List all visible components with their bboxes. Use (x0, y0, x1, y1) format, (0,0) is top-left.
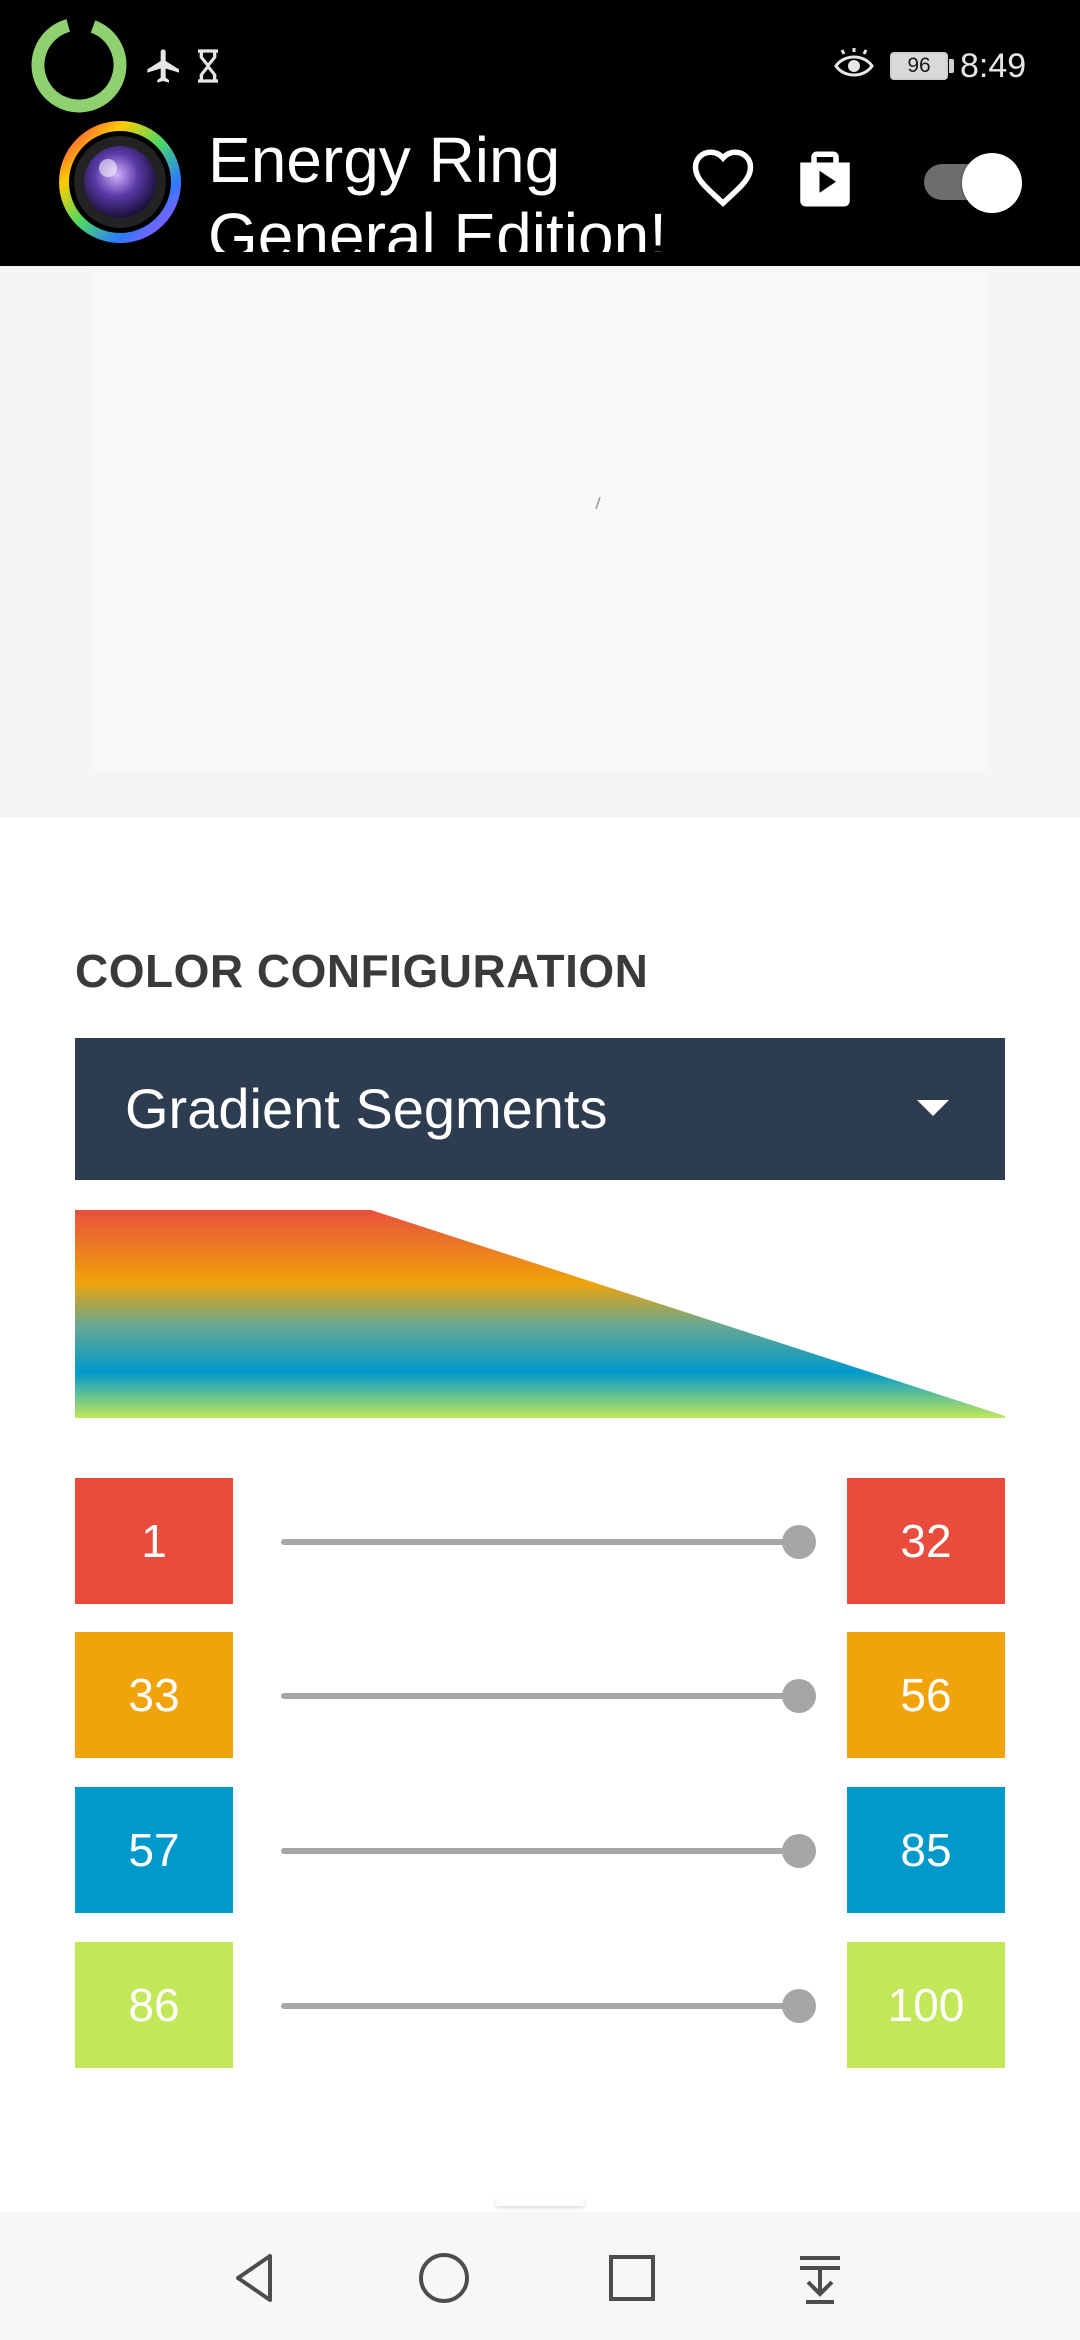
back-icon[interactable] (226, 2248, 286, 2308)
preview-mark (595, 496, 601, 510)
airplane-mode-icon (147, 49, 179, 83)
notification-pull-icon[interactable] (790, 2248, 850, 2308)
app-title-line1: Energy Ring (208, 124, 561, 196)
segment-4-end[interactable]: 100 (847, 1942, 1005, 2068)
dropdown-arrow-icon (917, 1100, 949, 1116)
segment-1-slider[interactable] (281, 1525, 816, 1559)
scroll-indicator (496, 2198, 584, 2206)
app-title: Energy Ring General Edition! (208, 122, 668, 252)
home-icon[interactable] (414, 2248, 474, 2308)
status-time: 8:49 (960, 47, 1027, 85)
segment-row-1: 1 32 (75, 1478, 1005, 1604)
dropdown-value: Gradient Segments (125, 1077, 608, 1140)
segment-1-start[interactable]: 1 (75, 1478, 233, 1604)
segment-1-slider-thumb[interactable] (782, 1525, 816, 1559)
enable-toggle[interactable] (924, 153, 1022, 213)
gradient-preview (75, 1210, 1005, 1418)
segment-row-3: 57 85 (75, 1787, 1005, 1913)
preview-area (0, 266, 1080, 818)
mode-dropdown[interactable]: Gradient Segments (75, 1038, 1005, 1180)
hourglass-icon (198, 49, 218, 83)
segment-4-start[interactable]: 86 (75, 1942, 233, 2068)
app-title-line2: General Edition! (208, 200, 667, 252)
segment-row-2: 33 56 (75, 1632, 1005, 1758)
battery-icon: 96 (890, 52, 948, 80)
preview-canvas (90, 266, 990, 770)
segment-4-slider-thumb[interactable] (782, 1989, 816, 2023)
heart-icon[interactable] (690, 146, 756, 208)
segment-3-slider-thumb[interactable] (782, 1834, 816, 1868)
segment-row-4: 86 100 (75, 1942, 1005, 2068)
ring-status-icon (31, 17, 127, 113)
battery-tip (949, 59, 954, 73)
play-store-icon[interactable] (792, 146, 858, 212)
app-logo-icon (59, 121, 181, 243)
segment-2-slider[interactable] (281, 1679, 816, 1713)
segment-3-start[interactable]: 57 (75, 1787, 233, 1913)
segment-1-end[interactable]: 32 (847, 1478, 1005, 1604)
segment-2-end[interactable]: 56 (847, 1632, 1005, 1758)
toggle-thumb (962, 153, 1022, 213)
app-header: 96 8:49 Energy Ring General Edition! (0, 0, 1080, 266)
recents-icon[interactable] (602, 2248, 662, 2308)
section-title: COLOR CONFIGURATION (75, 945, 649, 997)
segment-2-slider-thumb[interactable] (782, 1679, 816, 1713)
eye-comfort-icon (834, 48, 874, 77)
segment-3-end[interactable]: 85 (847, 1787, 1005, 1913)
segment-4-slider[interactable] (281, 1989, 816, 2023)
segment-2-start[interactable]: 33 (75, 1632, 233, 1758)
navigation-bar (0, 2212, 1080, 2340)
segment-3-slider[interactable] (281, 1834, 816, 1868)
status-bar: 96 8:49 (0, 0, 1080, 130)
app-bar: Energy Ring General Edition! (0, 120, 1080, 266)
